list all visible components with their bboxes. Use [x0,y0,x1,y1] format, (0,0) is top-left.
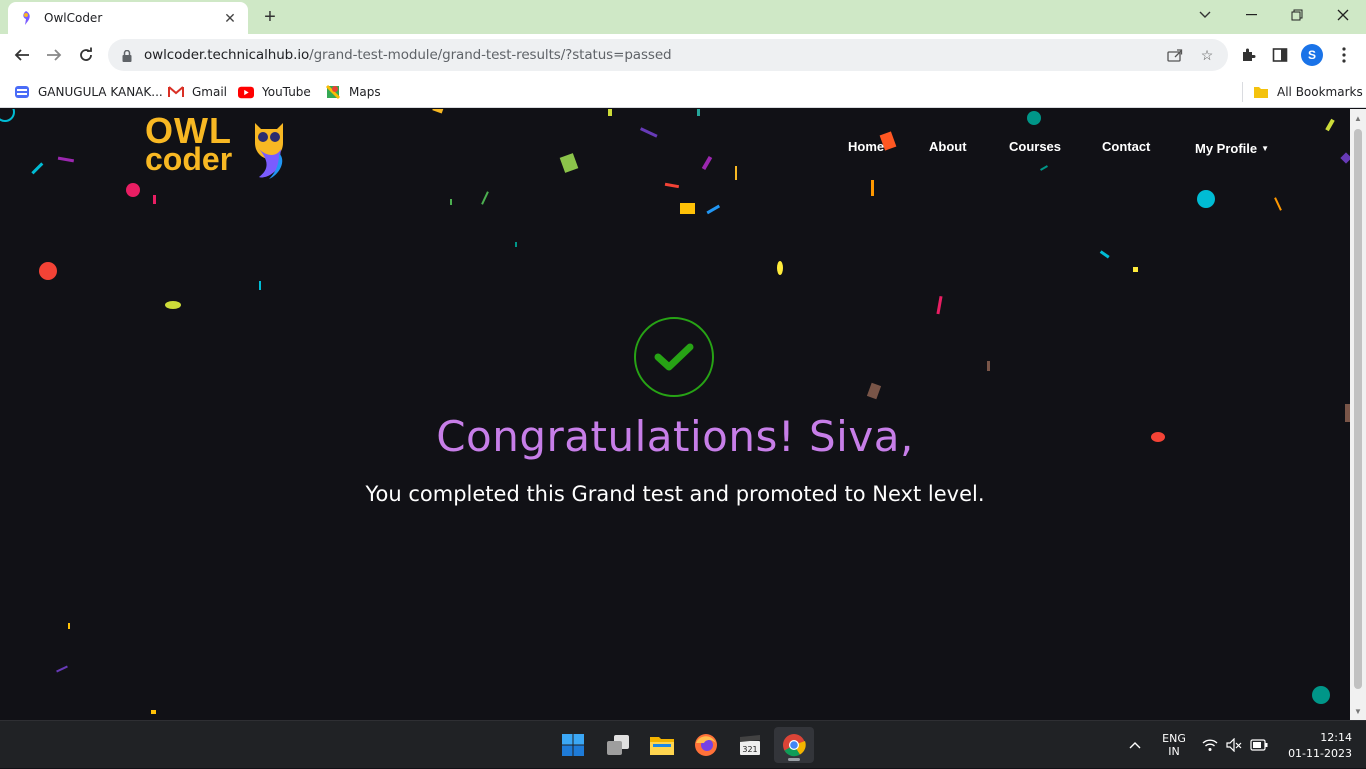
tab-close-icon[interactable]: ✕ [222,10,238,26]
nav-my-profile[interactable]: My Profile ▼ [1195,139,1269,157]
scroll-down-icon[interactable]: ▼ [1353,706,1363,716]
gmail-icon [168,84,184,100]
reload-icon[interactable] [72,41,100,69]
owl-mascot-icon [255,123,283,179]
bookmarks-bar: GANUGULA KANAK... Gmail YouTube Maps All… [0,76,1366,108]
logo-wordmark: OWL coder [145,110,233,177]
task-view-icon [607,735,629,755]
speaker-muted-icon [1226,738,1242,752]
bookmark-ganugula[interactable]: GANUGULA KANAK... [14,82,163,102]
bookmark-label: Maps [349,85,381,99]
scroll-up-icon[interactable]: ▲ [1353,113,1363,123]
nav-about[interactable]: About [929,139,967,157]
windows-start-icon [562,734,584,756]
page-scrollbar[interactable]: ▲ ▼ [1350,109,1366,720]
url-text: owlcoder.technicalhub.io/grand-test-modu… [144,47,672,63]
windows-taskbar: 321 ENG IN 12:14 01-11-2023 [0,720,1366,768]
forward-icon[interactable] [40,41,68,69]
file-explorer-button[interactable] [642,727,682,763]
folder-icon [650,737,674,755]
back-icon[interactable] [8,41,36,69]
address-bar[interactable]: owlcoder.technicalhub.io/grand-test-modu… [108,39,1228,71]
battery-icon [1250,739,1268,751]
clock-date: 01-11-2023 [1288,746,1352,760]
side-panel-icon[interactable] [1270,45,1290,65]
nav-home[interactable]: Home [848,139,884,157]
scroll-thumb[interactable] [1354,129,1362,689]
page-content: OWL coder Home About Courses Contact My … [0,109,1350,720]
bookmark-gmail[interactable]: Gmail [168,82,227,102]
bookmark-youtube[interactable]: YouTube [238,82,311,102]
all-bookmarks[interactable]: All Bookmarks [1253,82,1363,102]
congrats-title: Congratulations! Siva, [436,412,914,461]
owlcoder-logo[interactable]: OWL coder [145,110,290,181]
bookmarks-divider [1242,82,1243,102]
browser-tab[interactable]: OwlCoder ✕ [8,2,248,34]
clock-time: 12:14 [1320,730,1352,744]
bookmark-label: YouTube [262,85,311,99]
tab-strip: OwlCoder ✕ + [0,0,1366,34]
system-tray-status[interactable] [1200,721,1270,769]
close-window-icon[interactable] [1320,0,1366,30]
bookmark-maps[interactable]: Maps [325,82,381,102]
all-bookmarks-label: All Bookmarks [1277,85,1363,99]
profile-avatar[interactable]: S [1301,44,1323,66]
bookmark-app-icon [14,84,30,100]
chrome-icon [783,734,806,757]
minimize-icon[interactable] [1228,0,1274,30]
extensions-icon[interactable] [1238,45,1258,65]
firefox-icon [695,734,717,756]
show-hidden-icons-button[interactable] [1124,721,1146,769]
firefox-button[interactable] [686,727,726,763]
bookmark-label: GANUGULA KANAK... [38,85,163,99]
clock[interactable]: 12:14 01-11-2023 [1280,721,1352,769]
checkmark-icon [654,343,694,371]
tab-search-icon[interactable] [1182,0,1228,30]
region-code: IN [1168,745,1180,758]
media-player-button[interactable]: 321 [730,727,770,763]
folder-icon [1253,84,1269,100]
lock-icon[interactable] [122,49,132,62]
active-app-indicator [788,758,800,761]
tab-title: OwlCoder [44,11,103,25]
congrats-message: You completed this Grand test and promot… [365,482,985,506]
new-tab-button[interactable]: + [258,6,282,28]
caret-down-icon: ▼ [1261,143,1270,153]
menu-kebab-icon[interactable] [1334,45,1354,65]
task-view-button[interactable] [598,727,638,763]
start-button[interactable] [553,727,593,763]
wifi-icon [1202,739,1218,751]
success-check-circle [634,317,714,397]
chrome-button[interactable] [774,727,814,763]
maps-icon [325,84,341,100]
youtube-icon [238,84,254,100]
share-icon[interactable] [1166,46,1184,64]
clapperboard-icon: 321 [740,735,760,755]
bookmark-label: Gmail [192,85,228,99]
nav-contact[interactable]: Contact [1102,139,1150,157]
owlcoder-favicon-icon [18,10,34,26]
language-code: ENG [1162,732,1186,745]
svg-text:321: 321 [742,745,757,754]
chevron-up-icon [1129,742,1141,749]
browser-toolbar: owlcoder.technicalhub.io/grand-test-modu… [0,34,1366,76]
nav-courses[interactable]: Courses [1009,139,1061,157]
restore-icon[interactable] [1274,0,1320,30]
bookmark-star-icon[interactable]: ☆ [1198,46,1216,64]
nav-my-profile-label: My Profile [1195,140,1258,156]
language-indicator[interactable]: ENG IN [1156,721,1192,769]
